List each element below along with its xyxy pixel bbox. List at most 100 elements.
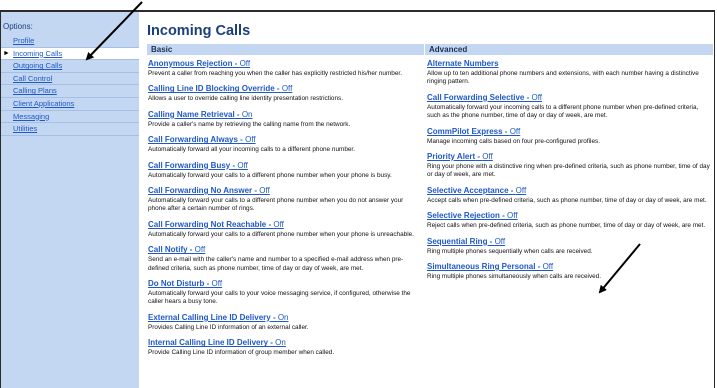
- sidebar-item-calling-plans[interactable]: Calling Plans: [1, 85, 139, 98]
- service-name: Call Forwarding Not Reachable: [148, 219, 267, 229]
- service-description: Provides Calling Line ID information of …: [148, 323, 309, 331]
- service-item-simultaneous-ring-personal: Simultaneous Ring Personal - Off Ring mu…: [427, 262, 713, 281]
- service-status: Off: [259, 186, 270, 196]
- service-status: Off: [245, 135, 256, 145]
- main-content: Incoming Calls Basic Advanced Anonymous …: [143, 12, 714, 388]
- advanced-services-list: Alternate Numbers Allow up to ten additi…: [427, 59, 713, 287]
- service-item-clid-blocking-override: Calling Line ID Blocking Override - Off …: [148, 84, 420, 103]
- service-name: Calling Name Retrieval: [148, 109, 235, 119]
- service-status: Off: [509, 126, 521, 136]
- service-item-cf-selective: Call Forwarding Selective - Off Automati…: [427, 93, 713, 121]
- service-status: Off: [507, 211, 518, 221]
- service-description: Automatically forward your calls to a di…: [148, 230, 414, 238]
- sidebar-item-label: Incoming Calls: [13, 48, 63, 58]
- service-item-selective-acceptance: Selective Acceptance - Off Accept calls …: [427, 186, 713, 205]
- basic-section-header: Basic: [147, 44, 424, 55]
- service-name: Sequential Ring: [427, 236, 488, 246]
- service-name: Calling Line ID Blocking Override: [148, 84, 275, 94]
- service-item-do-not-disturb: Do Not Disturb - Off Automatically forwa…: [148, 279, 420, 307]
- service-name: External Calling Line ID Delivery: [148, 312, 271, 322]
- basic-services-list: Anonymous Rejection - Off Prevent a call…: [148, 59, 420, 364]
- service-link[interactable]: Sequential Ring - Off: [427, 237, 713, 247]
- sidebar-item-incoming-calls[interactable]: ► Incoming Calls: [1, 47, 139, 61]
- service-status: On: [277, 312, 289, 322]
- service-status: Off: [273, 219, 284, 229]
- service-description: Automatically forward all your incoming …: [148, 146, 355, 154]
- service-item-external-clid-delivery: External Calling Line ID Delivery - On P…: [148, 313, 420, 332]
- service-item-selective-rejection: Selective Rejection - Off Reject calls w…: [427, 211, 713, 230]
- service-description: Provide Calling Line ID information of g…: [148, 349, 335, 357]
- service-link[interactable]: Call Forwarding Selective - Off: [427, 93, 713, 103]
- sidebar-item-label: Utilities: [13, 124, 38, 134]
- service-link[interactable]: Alternate Numbers: [427, 59, 713, 69]
- service-item-anonymous-rejection: Anonymous Rejection - Off Prevent a call…: [148, 59, 420, 78]
- service-link[interactable]: CommPilot Express - Off: [427, 127, 713, 137]
- service-link[interactable]: Call Forwarding Always - Off: [148, 135, 420, 145]
- service-description: Ring multiple phones simultaneously when…: [427, 273, 602, 281]
- service-item-cf-always: Call Forwarding Always - Off Automatical…: [148, 135, 420, 154]
- service-description: Automatically forward your calls to your…: [148, 290, 411, 306]
- service-item-cf-busy: Call Forwarding Busy - Off Automatically…: [148, 161, 420, 180]
- service-description: Reject calls when pre-defined criteria, …: [427, 222, 706, 230]
- service-status: Off: [515, 185, 527, 195]
- service-name: Call Forwarding Busy: [148, 160, 231, 170]
- sidebar-item-messaging[interactable]: Messaging: [1, 110, 139, 124]
- service-link[interactable]: Calling Name Retrieval - On: [148, 110, 420, 120]
- service-name: Alternate Numbers: [427, 59, 499, 68]
- service-item-cf-no-answer: Call Forwarding No Answer - Off Automati…: [148, 186, 420, 214]
- service-link[interactable]: Call Notify - Off: [148, 245, 420, 255]
- sidebar-item-label: Client Applications: [13, 98, 75, 108]
- service-link[interactable]: Calling Line ID Blocking Override - Off: [148, 84, 420, 94]
- service-description: Manage incoming calls based on four pre-…: [427, 137, 600, 145]
- sidebar-item-label: Profile: [13, 36, 35, 45]
- service-name: Selective Acceptance: [427, 185, 509, 195]
- service-name: Priority Alert: [427, 152, 476, 162]
- service-name: Call Forwarding No Answer: [148, 186, 253, 196]
- service-link[interactable]: Call Forwarding Busy - Off: [148, 161, 420, 171]
- service-item-calling-name-retrieval: Calling Name Retrieval - On Provide a ca…: [148, 110, 420, 129]
- service-link[interactable]: Simultaneous Ring Personal - Off: [427, 262, 713, 272]
- service-status: Off: [531, 92, 543, 102]
- service-status: Off: [494, 236, 506, 246]
- service-name: Anonymous Rejection: [148, 59, 233, 68]
- service-description: Ring multiple phones sequentially when c…: [427, 247, 593, 255]
- service-status: Off: [542, 262, 554, 272]
- advanced-section-header: Advanced: [425, 44, 713, 55]
- service-name: Selective Rejection: [427, 211, 500, 221]
- service-description: Provide a caller's name by retrieving th…: [148, 120, 351, 128]
- service-status: Off: [237, 160, 248, 170]
- service-link[interactable]: Do Not Disturb - Off: [148, 279, 420, 289]
- sidebar-item-label: Messaging: [13, 111, 50, 121]
- sidebar-item-profile[interactable]: Profile: [1, 35, 139, 48]
- service-status: Off: [482, 152, 493, 162]
- service-link[interactable]: External Calling Line ID Delivery - On: [148, 313, 420, 323]
- service-link[interactable]: Call Forwarding Not Reachable - Off: [148, 220, 420, 230]
- options-menu: Profile ► Incoming Calls Outgoing Calls C…: [1, 35, 139, 136]
- portal-frame: Options: Profile ► Incoming Calls Outgoin…: [0, 10, 715, 388]
- service-item-sequential-ring: Sequential Ring - Off Ring multiple phon…: [427, 237, 713, 256]
- service-name: Do Not Disturb: [148, 279, 205, 289]
- sidebar-item-call-control[interactable]: Call Control: [1, 72, 139, 86]
- service-name: Call Forwarding Always: [148, 135, 238, 145]
- service-status: Off: [194, 245, 206, 255]
- service-link[interactable]: Selective Rejection - Off: [427, 211, 713, 221]
- service-description: Ring your phone with a distinctive ring …: [427, 163, 710, 179]
- service-description: Automatically forward your incoming call…: [427, 103, 699, 120]
- sidebar-item-outgoing-calls[interactable]: Outgoing Calls: [1, 60, 139, 73]
- sidebar-item-utilities[interactable]: Utilities: [1, 123, 139, 136]
- service-name: Simultaneous Ring Personal: [427, 262, 536, 272]
- service-item-internal-clid-delivery: Internal Calling Line ID Delivery - On P…: [148, 338, 420, 357]
- service-link[interactable]: Anonymous Rejection - Off: [148, 59, 420, 69]
- service-link[interactable]: Priority Alert - Off: [427, 152, 713, 162]
- service-description: Accept calls when pre-defined criteria, …: [427, 196, 707, 204]
- service-name: Call Forwarding Selective: [427, 92, 525, 102]
- sidebar-item-label: Calling Plans: [13, 86, 57, 96]
- service-status: Off: [239, 59, 251, 68]
- service-link[interactable]: Selective Acceptance - Off: [427, 186, 713, 196]
- service-name: Internal Calling Line ID Delivery: [148, 338, 269, 348]
- service-item-cf-not-reachable: Call Forwarding Not Reachable - Off Auto…: [148, 220, 420, 239]
- service-link[interactable]: Internal Calling Line ID Delivery - On: [148, 338, 420, 348]
- sidebar-item-client-applications[interactable]: Client Applications: [1, 97, 139, 111]
- service-link[interactable]: Call Forwarding No Answer - Off: [148, 186, 420, 196]
- options-sidebar: Options: Profile ► Incoming Calls Outgoin…: [1, 12, 139, 388]
